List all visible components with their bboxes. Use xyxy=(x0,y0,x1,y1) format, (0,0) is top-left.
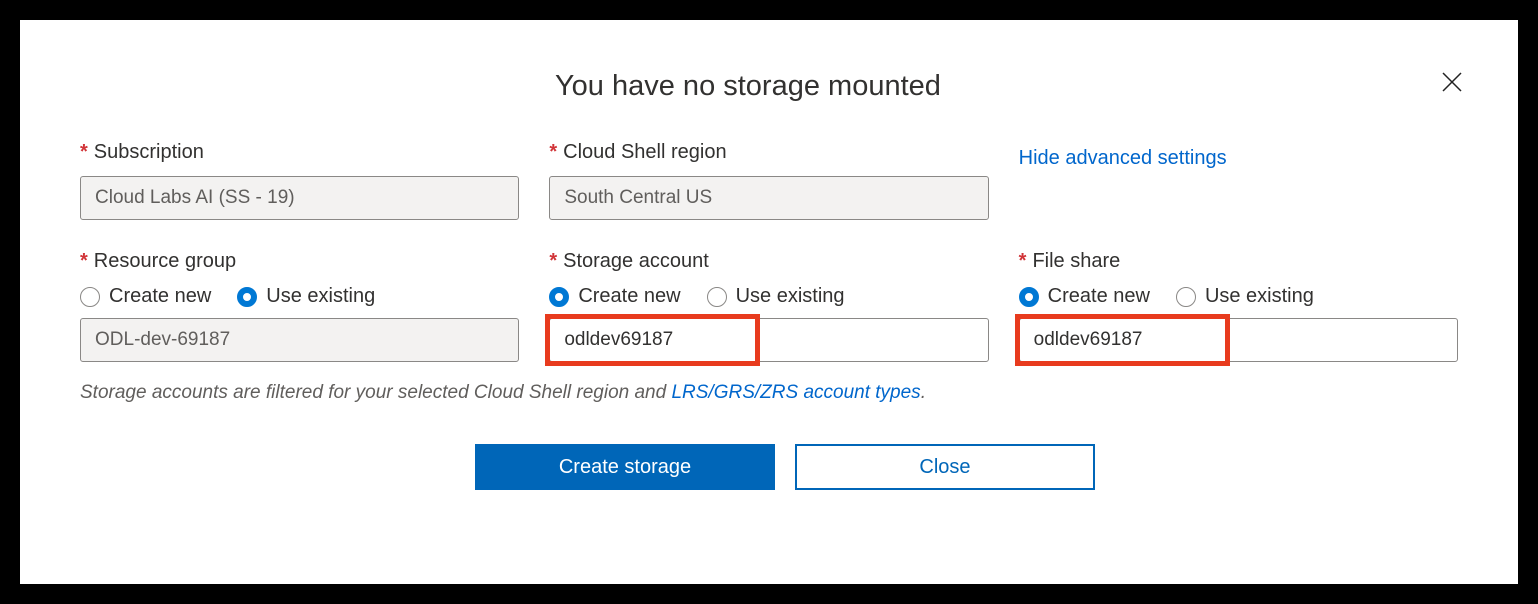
filter-note: Storage accounts are filtered for your s… xyxy=(80,382,1458,404)
file-share-input[interactable] xyxy=(1019,318,1458,362)
close-button[interactable]: Close xyxy=(795,444,1095,490)
required-icon: * xyxy=(80,141,88,164)
resource-group-dropdown[interactable]: ODL-dev-69187 xyxy=(80,318,519,362)
create-storage-button[interactable]: Create storage xyxy=(475,444,775,490)
radio-icon xyxy=(237,287,257,307)
fs-use-existing-radio[interactable]: Use existing xyxy=(1176,285,1314,308)
radio-icon xyxy=(549,287,569,307)
rg-use-existing-radio[interactable]: Use existing xyxy=(237,285,375,308)
resource-group-label: * Resource group xyxy=(80,250,519,273)
storage-dialog: You have no storage mounted * Subscripti… xyxy=(20,20,1518,584)
sa-create-new-radio[interactable]: Create new xyxy=(549,285,680,308)
region-dropdown[interactable]: South Central US xyxy=(549,176,988,220)
subscription-label: * Subscription xyxy=(80,141,519,164)
required-icon: * xyxy=(1019,250,1027,273)
required-icon: * xyxy=(80,250,88,273)
file-share-field[interactable] xyxy=(1034,319,1443,361)
account-types-link[interactable]: LRS/GRS/ZRS account types xyxy=(671,382,920,403)
region-label: * Cloud Shell region xyxy=(549,141,988,164)
required-icon: * xyxy=(549,250,557,273)
radio-icon xyxy=(1176,287,1196,307)
file-share-label: * File share xyxy=(1019,250,1458,273)
subscription-dropdown[interactable]: Cloud Labs AI (SS - 19) xyxy=(80,176,519,220)
storage-account-field[interactable] xyxy=(564,319,973,361)
radio-icon xyxy=(1019,287,1039,307)
fs-create-new-radio[interactable]: Create new xyxy=(1019,285,1150,308)
hide-advanced-link[interactable]: Hide advanced settings xyxy=(1019,141,1458,170)
radio-icon xyxy=(707,287,727,307)
dialog-title: You have no storage mounted xyxy=(555,70,1458,103)
storage-account-input[interactable] xyxy=(549,318,988,362)
storage-account-label: * Storage account xyxy=(549,250,988,273)
rg-create-new-radio[interactable]: Create new xyxy=(80,285,211,308)
close-icon[interactable] xyxy=(1441,70,1463,98)
radio-icon xyxy=(80,287,100,307)
required-icon: * xyxy=(549,141,557,164)
sa-use-existing-radio[interactable]: Use existing xyxy=(707,285,845,308)
